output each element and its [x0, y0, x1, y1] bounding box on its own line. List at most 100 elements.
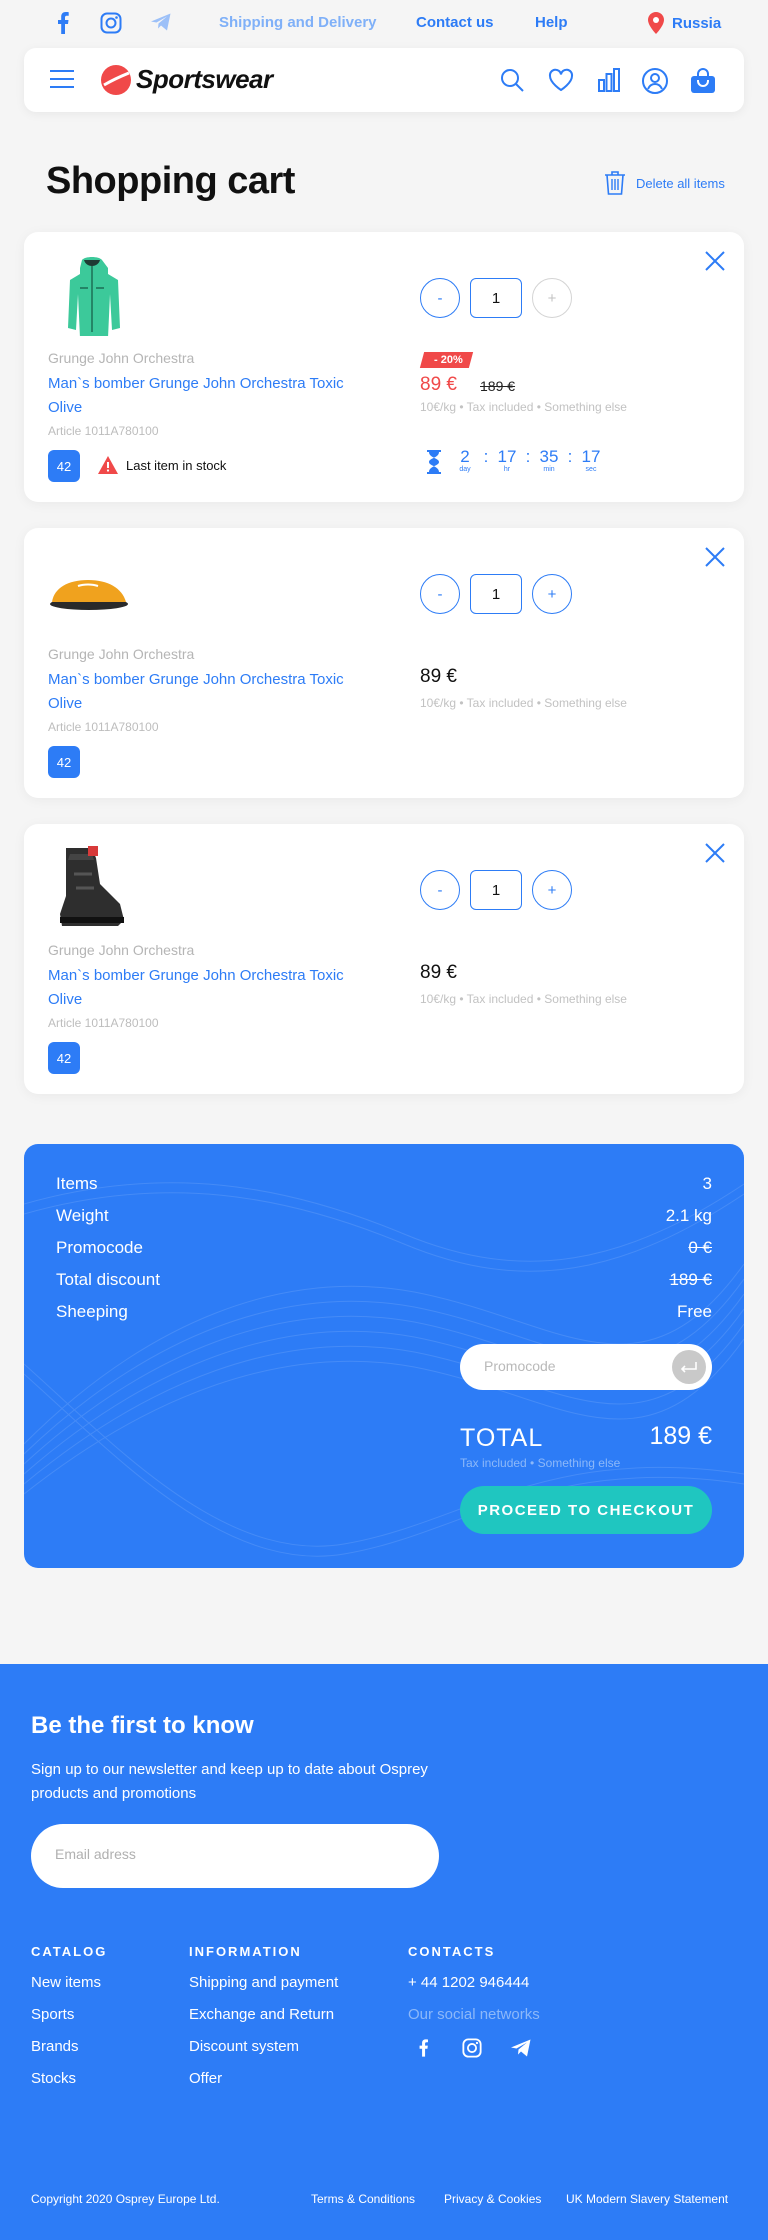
product-image-jacket[interactable]	[60, 254, 124, 336]
telegram-icon[interactable]	[150, 12, 172, 32]
contact-us-link[interactable]: Contact us	[416, 14, 494, 31]
footer-link-offer[interactable]: Offer	[189, 2070, 222, 2087]
decrease-quantity-button[interactable]: -	[420, 574, 460, 614]
footer-link-discount-system[interactable]: Discount system	[189, 2038, 299, 2055]
old-price: 189 €	[480, 378, 516, 394]
summary-label: Total discount	[56, 1270, 160, 1289]
remove-item-close-icon[interactable]	[704, 546, 726, 568]
remove-item-close-icon[interactable]	[704, 250, 726, 272]
warning-icon	[98, 456, 118, 474]
compare-icon[interactable]	[598, 68, 620, 92]
bag-icon[interactable]	[690, 68, 716, 94]
email-input[interactable]	[55, 1846, 395, 1862]
footer-link-shipping-payment[interactable]: Shipping and payment	[189, 1974, 338, 1991]
footer-telegram-icon[interactable]	[510, 2038, 532, 2058]
region-label: Russia	[672, 14, 722, 32]
newsletter-email-field	[31, 1824, 439, 1888]
quantity-value[interactable]: 1	[470, 870, 522, 910]
instagram-icon[interactable]	[100, 12, 122, 34]
help-link[interactable]: Help	[535, 14, 568, 31]
page-title: Shopping cart	[46, 160, 295, 202]
facebook-icon[interactable]	[56, 12, 70, 34]
decrease-quantity-button[interactable]: -	[420, 278, 460, 318]
product-brand: Grunge John Orchestra	[48, 942, 195, 958]
price-info: 10€/kg • Tax included • Something else	[420, 400, 627, 414]
summary-row-promocode: Promocode 0 €	[56, 1238, 712, 1258]
social-networks-label: Our social networks	[408, 2006, 540, 2023]
slavery-statement-link[interactable]: UK Modern Slavery Statement	[566, 2192, 728, 2206]
timer-days: 2 day	[454, 447, 476, 474]
summary-value: 0 €	[688, 1238, 712, 1257]
terms-link[interactable]: Terms & Conditions	[311, 2192, 415, 2206]
promocode-input[interactable]	[484, 1358, 654, 1374]
summary-row-total-discount: Total discount 189 €	[56, 1270, 712, 1290]
product-article: Article 1011A780100	[48, 720, 159, 734]
product-brand: Grunge John Orchestra	[48, 350, 195, 366]
phone-link[interactable]: + 44 1202 946444	[408, 1974, 529, 1991]
footer-link-new-items[interactable]: New items	[31, 1974, 101, 1991]
price-info: 10€/kg • Tax included • Something else	[420, 696, 627, 710]
countdown-timer: 2 day : 17 hr : 35 min : 17 sec	[426, 448, 602, 474]
price: 89 €	[420, 666, 457, 687]
quantity-value[interactable]: 1	[470, 278, 522, 318]
footer-link-stocks[interactable]: Stocks	[31, 2070, 76, 2087]
decrease-quantity-button[interactable]: -	[420, 870, 460, 910]
quantity-stepper: - 1 +	[420, 870, 572, 910]
product-name-link[interactable]: Man`s bomber Grunge John Orchestra Toxic…	[48, 964, 348, 1012]
remove-item-close-icon[interactable]	[704, 842, 726, 864]
product-brand: Grunge John Orchestra	[48, 646, 195, 662]
checkout-button[interactable]: PROCEED TO CHECKOUT	[460, 1486, 712, 1534]
region-selector[interactable]: Russia	[648, 12, 721, 34]
increase-quantity-button[interactable]: +	[532, 278, 572, 318]
cart-item: Grunge John Orchestra Man`s bomber Grung…	[24, 528, 744, 798]
product-image-boot[interactable]	[52, 844, 128, 930]
timer-seconds: 17 sec	[580, 447, 602, 474]
hourglass-icon	[426, 450, 442, 474]
location-pin-icon	[648, 12, 664, 34]
trash-icon	[604, 170, 626, 196]
sale-price: 89 €	[420, 374, 457, 395]
product-name-link[interactable]: Man`s bomber Grunge John Orchestra Toxic…	[48, 668, 348, 716]
enter-arrow-icon	[680, 1361, 698, 1373]
newsletter-text: Sign up to our newsletter and keep up to…	[31, 1761, 428, 1802]
timer-minutes-value: 35	[539, 447, 559, 466]
privacy-link[interactable]: Privacy & Cookies	[444, 2192, 541, 2206]
footer-link-exchange-return[interactable]: Exchange and Return	[189, 2006, 334, 2023]
quantity-stepper: - 1 +	[420, 278, 572, 318]
discount-badge: - 20%	[419, 352, 473, 368]
size-badge: 42	[48, 746, 80, 778]
stock-warning-text: Last item in stock	[126, 457, 227, 473]
summary-value: 3	[702, 1174, 712, 1193]
catalog-heading: CATALOG	[31, 1944, 108, 1959]
summary-value: 189 €	[669, 1270, 712, 1289]
menu-icon[interactable]	[50, 70, 74, 88]
increase-quantity-button[interactable]: +	[532, 870, 572, 910]
apply-promocode-button[interactable]	[672, 1350, 706, 1384]
footer-link-brands[interactable]: Brands	[31, 2038, 79, 2055]
footer-facebook-icon[interactable]	[418, 2038, 429, 2058]
logo-text[interactable]: Sportswear	[136, 64, 273, 95]
quantity-value[interactable]: 1	[470, 574, 522, 614]
logo-mark-icon[interactable]	[100, 64, 132, 96]
search-icon[interactable]	[500, 68, 524, 92]
newsletter-title: Be the first to know	[31, 1712, 254, 1739]
shipping-delivery-link[interactable]: Shipping and Delivery	[219, 14, 377, 31]
timer-days-value: 2	[460, 447, 470, 466]
delete-all-button[interactable]: Delete all items	[604, 170, 725, 196]
total-label: TOTAL	[460, 1424, 544, 1452]
promocode-field	[460, 1344, 712, 1390]
user-icon[interactable]	[642, 68, 668, 94]
footer-instagram-icon[interactable]	[462, 2038, 482, 2058]
size-badge: 42	[48, 450, 80, 482]
cart-item: Grunge John Orchestra Man`s bomber Grung…	[24, 824, 744, 1094]
quantity-stepper: - 1 +	[420, 574, 572, 614]
product-image-slipper[interactable]	[48, 572, 130, 612]
increase-quantity-button[interactable]: +	[532, 574, 572, 614]
summary-label: Sheeping	[56, 1302, 128, 1321]
timer-minutes-label: min	[543, 466, 555, 473]
timer-seconds-value: 17	[581, 447, 601, 466]
information-heading: INFORMATION	[189, 1944, 302, 1959]
footer-link-sports[interactable]: Sports	[31, 2006, 74, 2023]
heart-icon[interactable]	[548, 68, 574, 92]
product-name-link[interactable]: Man`s bomber Grunge John Orchestra Toxic…	[48, 372, 348, 420]
